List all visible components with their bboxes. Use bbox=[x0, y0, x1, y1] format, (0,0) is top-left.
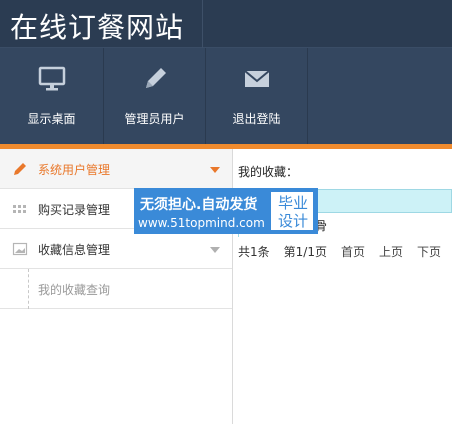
app-title: 在线订餐网站 bbox=[10, 11, 185, 44]
logout-button[interactable]: 退出登陆 bbox=[206, 48, 308, 144]
watermark-slogan: 无须担心.自动发货 bbox=[140, 197, 258, 213]
chevron-down-icon[interactable] bbox=[210, 167, 220, 173]
admin-user-label: 管理员用户 bbox=[124, 112, 185, 126]
sidebar-item-favorites[interactable]: 收藏信息管理 bbox=[0, 229, 232, 269]
pagination: 共1条 第1/1页 首页 上页 下页 bbox=[238, 243, 452, 260]
pagination-page: 第1/1页 bbox=[283, 245, 327, 259]
favorites-heading: 我的收藏： bbox=[238, 165, 299, 179]
show-desktop-button[interactable]: 显示桌面 bbox=[0, 48, 104, 144]
picture-icon bbox=[12, 242, 28, 256]
admin-user-button[interactable]: 管理员用户 bbox=[104, 48, 206, 144]
sidebar-item-label: 系统用户管理 bbox=[38, 163, 111, 177]
logout-label: 退出登陆 bbox=[232, 112, 281, 126]
monitor-icon bbox=[38, 66, 65, 91]
watermark-url: www.51topmind.com bbox=[138, 216, 265, 230]
envelope-icon bbox=[243, 70, 270, 87]
sidebar-item-system-users[interactable]: 系统用户管理 bbox=[0, 149, 232, 189]
grid-icon bbox=[13, 205, 26, 213]
top-toolbar: 显示桌面 管理员用户 退出登陆 bbox=[0, 48, 452, 144]
app-header: 在线订餐网站 bbox=[0, 0, 452, 48]
sidebar-item-label: 收藏信息管理 bbox=[38, 243, 111, 257]
watermark-banner: 无须担心.自动发货 www.51topmind.com 毕业设计 bbox=[134, 188, 318, 234]
sidebar-subitem-my-favorites[interactable]: 我的收藏查询 bbox=[0, 269, 232, 309]
pencil-icon bbox=[14, 163, 26, 175]
pencil-icon bbox=[145, 68, 166, 88]
sidebar-subitem-label: 我的收藏查询 bbox=[38, 283, 111, 297]
watermark-badge-text: 毕业设计 bbox=[277, 194, 308, 230]
first-page-link[interactable]: 首页 bbox=[341, 245, 365, 259]
show-desktop-label: 显示桌面 bbox=[27, 112, 76, 126]
watermark-badge: 毕业设计 bbox=[270, 191, 314, 231]
pagination-total: 共1条 bbox=[238, 245, 270, 259]
next-page-link[interactable]: 下页 bbox=[417, 245, 441, 259]
header-divider bbox=[202, 0, 203, 48]
chevron-down-icon[interactable] bbox=[210, 247, 220, 253]
prev-page-link[interactable]: 上页 bbox=[379, 245, 403, 259]
sidebar-item-label: 购买记录管理 bbox=[38, 203, 111, 217]
tree-line bbox=[28, 269, 29, 309]
